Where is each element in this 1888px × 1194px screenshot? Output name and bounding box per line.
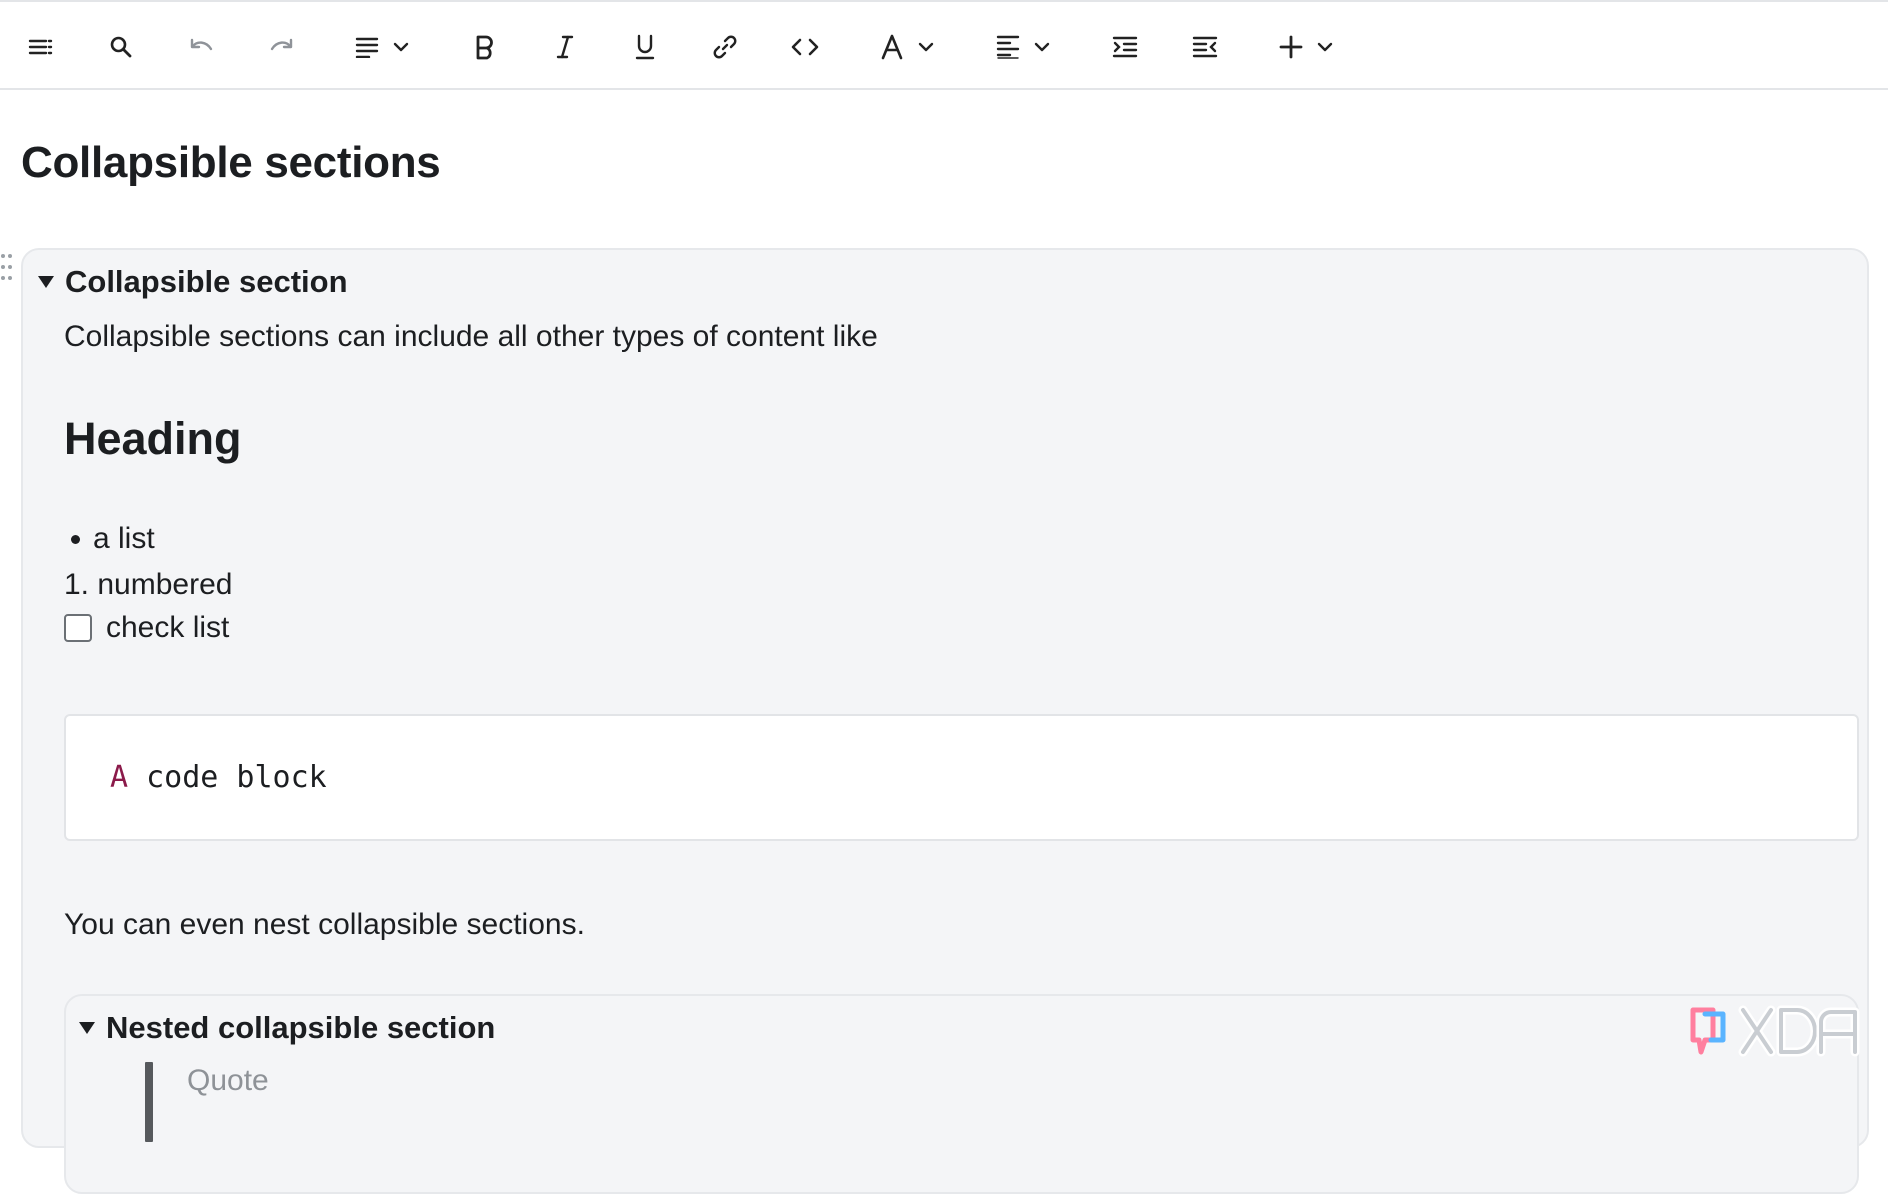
text-color-icon: [881, 34, 903, 60]
drag-handle[interactable]: [1, 254, 13, 284]
insert-dropdown[interactable]: [1270, 24, 1342, 70]
intro-paragraph[interactable]: Collapsible sections can include all oth…: [64, 320, 878, 354]
quote-bar: [145, 1062, 153, 1142]
nested-section-toggle[interactable]: Nested collapsible section: [79, 1010, 495, 1046]
quote-placeholder[interactable]: Quote: [187, 1064, 269, 1098]
collapsible-section-toggle[interactable]: Collapsible section: [38, 264, 348, 300]
menu-icon[interactable]: [26, 24, 56, 70]
code-block[interactable]: A code block: [64, 714, 1859, 841]
bold-icon[interactable]: [470, 24, 500, 70]
chevron-down-icon: [1034, 42, 1050, 52]
collapsible-section-summary[interactable]: Collapsible section: [65, 264, 348, 300]
code-keyword: A: [110, 760, 129, 795]
nested-collapsible-section: Nested collapsible section Quote: [64, 994, 1859, 1194]
bullet-icon: [71, 534, 80, 544]
paragraph-style-icon: [355, 37, 379, 58]
check-list-text[interactable]: check list: [106, 611, 229, 645]
text-color-dropdown[interactable]: [872, 24, 942, 70]
italic-icon[interactable]: [550, 24, 580, 70]
redo-icon[interactable]: [266, 24, 296, 70]
collapsible-section: Collapsible section Collapsible sections…: [21, 248, 1869, 1194]
undo-icon[interactable]: [187, 24, 217, 70]
link-icon[interactable]: [710, 24, 740, 70]
xda-watermark-logo: [1690, 1005, 1860, 1057]
underline-icon[interactable]: [630, 24, 660, 70]
chevron-down-icon: [918, 42, 934, 52]
chevron-down-icon: [1317, 42, 1333, 52]
align-icon: [996, 35, 1020, 59]
insert-icon: [1279, 35, 1303, 59]
code-text: code block: [128, 760, 327, 795]
code-icon[interactable]: [788, 24, 822, 70]
page-title[interactable]: Collapsible sections: [21, 138, 441, 188]
code-line: A code block: [110, 760, 327, 795]
caret-down-icon[interactable]: [38, 276, 54, 288]
numbered-list-item[interactable]: 1. numbered: [64, 568, 232, 602]
outdent-icon[interactable]: [1190, 24, 1220, 70]
align-dropdown[interactable]: [988, 24, 1058, 70]
heading-block[interactable]: Heading: [64, 413, 242, 465]
editor-toolbar: [0, 0, 1888, 90]
bullet-list-text[interactable]: a list: [93, 522, 155, 556]
bullet-list-item[interactable]: a list: [64, 522, 155, 556]
paragraph-style-dropdown[interactable]: [347, 24, 417, 70]
nest-paragraph[interactable]: You can even nest collapsible sections.: [64, 908, 585, 942]
chevron-down-icon: [393, 42, 409, 52]
nested-section-summary[interactable]: Nested collapsible section: [106, 1010, 495, 1046]
indent-icon[interactable]: [1110, 24, 1140, 70]
search-icon[interactable]: [106, 24, 136, 70]
check-list-item[interactable]: check list: [64, 611, 229, 645]
checkbox[interactable]: [64, 614, 92, 642]
caret-down-icon[interactable]: [79, 1022, 95, 1034]
